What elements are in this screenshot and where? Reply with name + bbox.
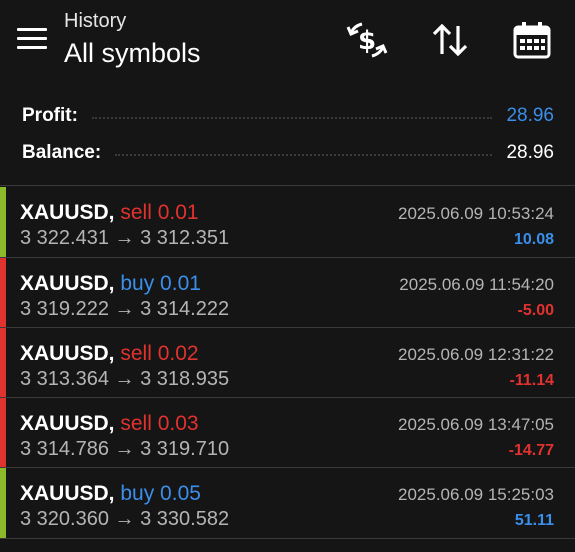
trade-row[interactable]: XAUUSD, sell 0.01 3 322.431 → 3 312.351 … <box>0 187 575 257</box>
trade-time: 2025.06.09 13:47:05 <box>398 415 554 434</box>
trade-side: sell 0.01 <box>120 201 199 224</box>
page-subtitle: History <box>64 10 127 32</box>
result-bar <box>0 398 6 468</box>
trade-symbol: XAUUSD, <box>20 482 115 505</box>
trade-title: XAUUSD, buy 0.01 <box>20 272 201 296</box>
trade-time: 2025.06.09 11:54:20 <box>399 275 554 294</box>
currency-exchange-icon[interactable]: $ <box>345 18 389 62</box>
dotted-leader <box>91 117 493 119</box>
trade-profit: -11.14 <box>509 372 554 389</box>
trade-profit: -14.77 <box>508 442 554 459</box>
trade-symbol: XAUUSD, <box>20 201 115 224</box>
trade-time: 2025.06.09 15:25:03 <box>398 485 554 504</box>
trade-prices: 3 322.431 → 3 312.351 <box>20 227 230 249</box>
trade-title: XAUUSD, sell 0.03 <box>20 412 199 436</box>
trade-title: XAUUSD, buy 0.05 <box>20 482 201 506</box>
trade-row[interactable]: XAUUSD, buy 0.01 3 319.222 → 3 314.222 2… <box>0 258 575 328</box>
trade-title: XAUUSD, sell 0.01 <box>20 201 199 225</box>
trade-time: 2025.06.09 12:31:22 <box>398 345 554 364</box>
page-title[interactable]: All symbols <box>64 38 201 69</box>
trade-time: 2025.06.09 10:53:24 <box>398 204 554 223</box>
divider <box>0 538 575 539</box>
app-header: History All symbols $ <box>0 0 575 90</box>
dotted-leader <box>115 154 493 156</box>
trade-row[interactable]: XAUUSD, sell 0.02 3 313.364 → 3 318.935 … <box>0 328 575 398</box>
trade-prices: 3 314.786 → 3 319.710 <box>20 438 230 460</box>
trade-row[interactable]: XAUUSD, buy 0.05 3 320.360 → 3 330.582 2… <box>0 468 575 538</box>
svg-text:$: $ <box>358 26 376 56</box>
trade-row[interactable]: XAUUSD, sell 0.03 3 314.786 → 3 319.710 … <box>0 398 575 468</box>
result-bar <box>0 468 6 538</box>
balance-value: 28.96 <box>506 142 554 163</box>
balance-row: Balance: 28.96 <box>22 139 554 167</box>
profit-label: Profit: <box>22 105 78 126</box>
trade-prices: 3 320.360 → 3 330.582 <box>20 508 230 530</box>
calendar-icon[interactable] <box>510 18 554 62</box>
trade-profit: -5.00 <box>517 302 554 319</box>
trade-title: XAUUSD, sell 0.02 <box>20 342 199 366</box>
trade-side: sell 0.03 <box>120 412 199 435</box>
trade-symbol: XAUUSD, <box>20 412 115 435</box>
trade-prices: 3 313.364 → 3 318.935 <box>20 368 230 390</box>
result-bar <box>0 187 6 257</box>
menu-icon[interactable] <box>17 28 47 50</box>
trade-side: buy 0.01 <box>120 272 201 295</box>
trade-symbol: XAUUSD, <box>20 272 115 295</box>
balance-label: Balance: <box>22 142 102 163</box>
result-bar <box>0 258 6 328</box>
trade-symbol: XAUUSD, <box>20 342 115 365</box>
trade-side: sell 0.02 <box>120 342 199 365</box>
sort-icon[interactable] <box>428 18 472 62</box>
trade-prices: 3 319.222 → 3 314.222 <box>20 298 230 320</box>
trade-profit: 10.08 <box>513 231 554 248</box>
trade-side: buy 0.05 <box>120 482 201 505</box>
profit-row: Profit: 28.96 <box>22 102 554 130</box>
result-bar <box>0 328 6 398</box>
trade-profit: 51.11 <box>514 512 554 529</box>
profit-value: 28.96 <box>506 105 554 126</box>
divider <box>0 185 575 186</box>
